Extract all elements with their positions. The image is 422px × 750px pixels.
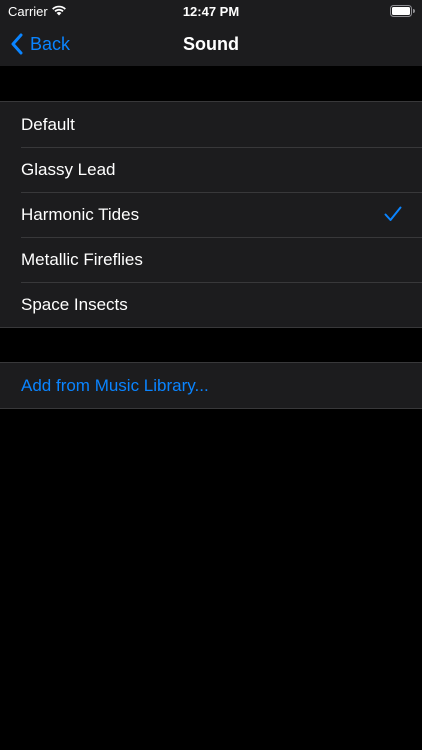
- add-from-music-library-button[interactable]: Add from Music Library...: [0, 363, 422, 408]
- status-bar: Carrier 12:47 PM: [0, 0, 422, 22]
- sound-list: Default Glassy Lead Harmonic Tides Metal…: [0, 101, 422, 328]
- list-item-glassy-lead[interactable]: Glassy Lead: [0, 147, 422, 192]
- list-item-harmonic-tides[interactable]: Harmonic Tides: [0, 192, 422, 237]
- list-item-label: Metallic Fireflies: [21, 249, 143, 269]
- list-item-label: Harmonic Tides: [21, 204, 140, 224]
- add-from-music-library-label: Add from Music Library...: [21, 375, 209, 395]
- list-item-label: Space Insects: [21, 294, 128, 314]
- list-item-label: Default: [21, 114, 75, 134]
- status-time: 12:47 PM: [182, 4, 240, 19]
- navigation-bar: Back Sound: [0, 22, 422, 66]
- list-item-metallic-fireflies[interactable]: Metallic Fireflies: [0, 237, 422, 282]
- sound-settings-screen: Carrier 12:47 PM Back Sound Default Glas…: [0, 0, 422, 750]
- music-library-section: Add from Music Library...: [0, 362, 422, 409]
- list-item-label: Glassy Lead: [21, 159, 116, 179]
- list-item-space-insects[interactable]: Space Insects: [0, 282, 422, 327]
- list-item-default[interactable]: Default: [0, 102, 422, 147]
- page-title: Sound: [183, 34, 239, 54]
- checkmark-icon: [384, 206, 402, 221]
- battery-icon: [390, 5, 415, 17]
